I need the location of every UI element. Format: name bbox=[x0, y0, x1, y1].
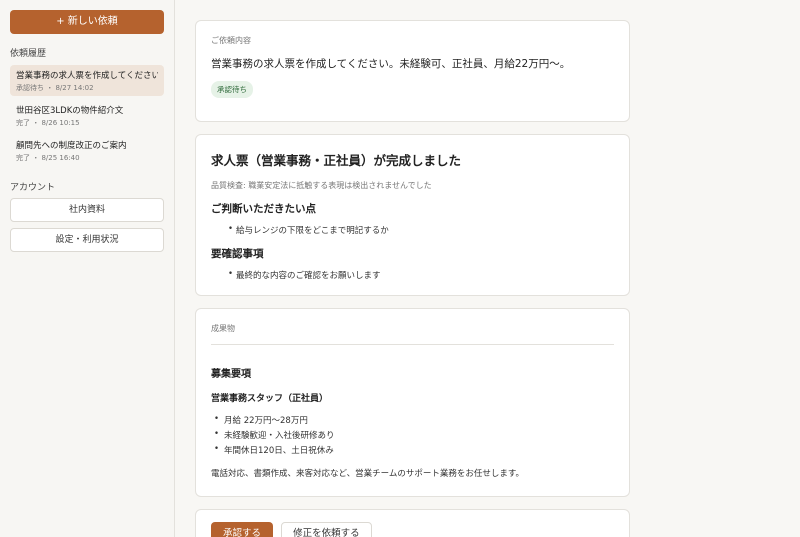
settings-usage-button[interactable]: 設定・利用状況 bbox=[10, 228, 164, 252]
list-item: 年間休日120日、土日祝休み bbox=[211, 444, 614, 459]
meta-separator: ・ bbox=[32, 119, 40, 127]
quality-check-text: 品質検査: 職業安定法に抵触する表現は検出されませんでした bbox=[211, 181, 432, 190]
history-item-title: 営業事務の求人票を作成してください bbox=[16, 71, 158, 81]
history-section-label: 依頼履歴 bbox=[10, 49, 47, 59]
result-title: 求人票（営業事務・正社員）が完成しました bbox=[211, 153, 462, 168]
history-item-meta: 完了 ・ 8/25 16:40 bbox=[16, 153, 158, 163]
deliverable-label: 成果物 bbox=[211, 324, 235, 333]
sidebar: + 新しい依頼 依頼履歴 営業事務の求人票を作成してください 承認待ち ・ 8/… bbox=[0, 0, 175, 537]
deliverable-heading: 募集要項 bbox=[211, 369, 251, 380]
history-item-status: 完了 bbox=[16, 154, 30, 162]
new-request-button[interactable]: + 新しい依頼 bbox=[10, 10, 164, 34]
internal-docs-button[interactable]: 社内資料 bbox=[10, 198, 164, 222]
request-label: ご依頼内容 bbox=[211, 36, 251, 45]
history-item-meta: 完了 ・ 8/26 10:15 bbox=[16, 118, 158, 128]
request-text: 営業事務の求人票を作成してください。未経験可、正社員、月給22万円〜。 bbox=[211, 58, 571, 70]
history-item-date: 8/27 14:02 bbox=[55, 84, 94, 92]
history-item[interactable]: 顧問先への制度改正のご案内 完了 ・ 8/25 16:40 bbox=[10, 135, 164, 166]
history-item[interactable]: 世田谷区3LDKの物件紹介文 完了 ・ 8/26 10:15 bbox=[10, 100, 164, 131]
deliverable-card: 成果物 募集要項 営業事務スタッフ（正社員） 月給 22万円〜28万円 未経験歓… bbox=[195, 308, 630, 497]
history-item-title: 顧問先への制度改正のご案内 bbox=[16, 141, 127, 151]
history-item-meta: 承認待ち ・ 8/27 14:02 bbox=[16, 83, 158, 93]
history-item-date: 8/26 10:15 bbox=[41, 119, 80, 127]
main-panel: ご依頼内容 営業事務の求人票を作成してください。未経験可、正社員、月給22万円〜… bbox=[175, 0, 800, 537]
status-badge: 承認待ち bbox=[211, 81, 253, 98]
approve-button[interactable]: 承認する bbox=[211, 522, 274, 537]
deliverable-paragraph: 電話対応、書類作成、来客対応など、営業チームのサポート業務をお任せします。 bbox=[211, 469, 524, 479]
actions-card: 承認する 修正を依頼する bbox=[195, 509, 630, 537]
list-item: 未経験歓迎・入社後研修あり bbox=[211, 429, 614, 444]
divider bbox=[211, 344, 614, 345]
list-item: 月給 22万円〜28万円 bbox=[211, 414, 614, 429]
history-item-status: 完了 bbox=[16, 119, 30, 127]
decision-item: 給与レンジの下限をどこまで明記するか bbox=[211, 224, 614, 236]
confirm-item: 最終的な内容のご確認をお願いします bbox=[211, 269, 614, 281]
result-card: 求人票（営業事務・正社員）が完成しました 品質検査: 職業安定法に抵触する表現は… bbox=[195, 134, 630, 296]
history-item[interactable]: 営業事務の求人票を作成してください 承認待ち ・ 8/27 14:02 bbox=[10, 65, 164, 96]
history-item-date: 8/25 16:40 bbox=[41, 154, 80, 162]
meta-separator: ・ bbox=[46, 84, 54, 92]
decision-heading: ご判断いただきたい点 bbox=[211, 203, 316, 215]
account-section-label: アカウント bbox=[10, 183, 56, 193]
request-revision-button[interactable]: 修正を依頼する bbox=[281, 522, 372, 537]
history-item-title: 世田谷区3LDKの物件紹介文 bbox=[16, 106, 124, 116]
confirm-heading: 要確認事項 bbox=[211, 248, 264, 260]
history-item-status: 承認待ち bbox=[16, 84, 44, 92]
meta-separator: ・ bbox=[32, 154, 40, 162]
deliverable-subheading: 営業事務スタッフ（正社員） bbox=[211, 394, 329, 404]
deliverable-list: 月給 22万円〜28万円 未経験歓迎・入社後研修あり 年間休日120日、土日祝休… bbox=[211, 414, 614, 459]
request-card: ご依頼内容 営業事務の求人票を作成してください。未経験可、正社員、月給22万円〜… bbox=[195, 20, 630, 122]
